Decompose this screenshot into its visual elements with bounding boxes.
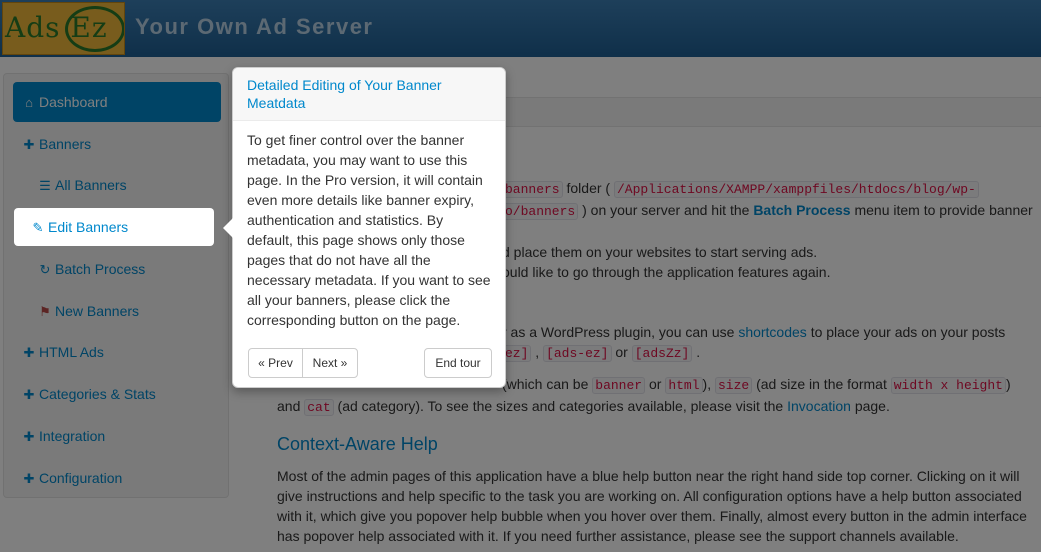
tour-popover: Detailed Editing of Your Banner Meatdata… bbox=[223, 67, 506, 388]
end-tour-button[interactable]: End tour bbox=[424, 348, 492, 378]
pencil-icon: ✎ bbox=[32, 220, 44, 235]
tour-title: Detailed Editing of Your Banner Meatdata bbox=[233, 68, 505, 121]
sidebar-item-edit-banners[interactable]: ✎ Edit Banners bbox=[14, 208, 214, 246]
tour-body: To get finer control over the banner met… bbox=[247, 132, 491, 328]
popover-arrow bbox=[223, 218, 233, 238]
sidebar-item-label: Edit Banners bbox=[48, 219, 129, 235]
tour-backdrop[interactable] bbox=[0, 0, 1041, 552]
tour-prev-button[interactable]: « Prev bbox=[248, 348, 303, 378]
tour-next-button[interactable]: Next » bbox=[302, 348, 358, 378]
